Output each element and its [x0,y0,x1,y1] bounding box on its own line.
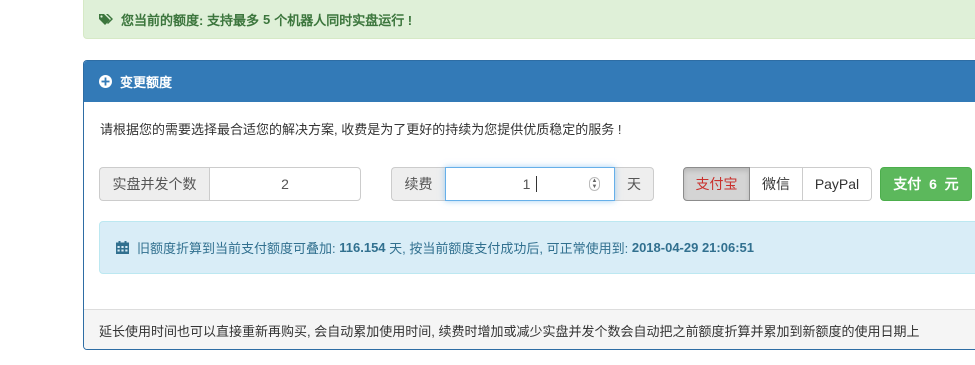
renew-unit: 天 [615,167,654,201]
info-days: 116.154 [339,240,386,255]
info-box: 旧额度折算到当前支付额度可叠加: 116.154 天, 按当前额度支付成功后, … [99,221,975,274]
quota-alert: 您当前的额度: 支持最多 5 个机器人同时实盘运行 ! [83,0,975,39]
info-text-2: 天, 按当前额度支付成功后, 可正常使用到: [389,241,629,256]
panel-description: 请根据您的需要选择最合适您的解决方案, 收费是为了更好的持续为您提供优质稳定的服… [100,122,622,137]
alipay-button[interactable]: 支付宝 [683,167,750,201]
spinner-icon[interactable]: ▲ ▼ [589,177,600,191]
quota-alert-suffix: 个机器人同时实盘运行 ! [274,13,413,28]
concurrent-count-input[interactable]: 2 [209,167,361,201]
calendar-icon [116,241,129,254]
info-text-1: 旧额度折算到当前支付额度可叠加: [137,241,336,256]
text-caret [536,176,538,192]
plus-circle-icon [99,75,112,88]
quota-count: 5 [262,12,271,27]
tags-icon [99,13,115,26]
panel-heading: 变更额度 [84,61,975,102]
concurrent-count-group: 实盘并发个数 2 [99,167,361,201]
panel-footer: 延长使用时间也可以直接重新再购买, 会自动累加使用时间, 续费时增加或减少实盘并… [84,309,975,349]
payment-method-group: 支付宝 微信 PayPal [683,167,872,201]
pay-button[interactable]: 支付 6 元 [880,167,972,201]
quota-alert-prefix: 您当前的额度: 支持最多 [121,13,259,28]
wechat-button[interactable]: 微信 [750,167,803,201]
info-date: 2018-04-29 21:06:51 [631,240,754,255]
concurrent-count-label: 实盘并发个数 [99,167,209,201]
renew-label: 续费 [391,167,445,201]
change-quota-panel: 变更额度 请根据您的需要选择最合适您的解决方案, 收费是为了更好的持续为您提供优… [83,60,975,350]
renew-days-input[interactable]: 1 ▲ ▼ [445,167,615,201]
panel-title: 变更额度 [120,75,173,90]
paypal-button[interactable]: PayPal [803,167,872,201]
renew-group: 续费 1 ▲ ▼ 天 [391,167,654,201]
renew-days-value: 1 [522,176,531,192]
